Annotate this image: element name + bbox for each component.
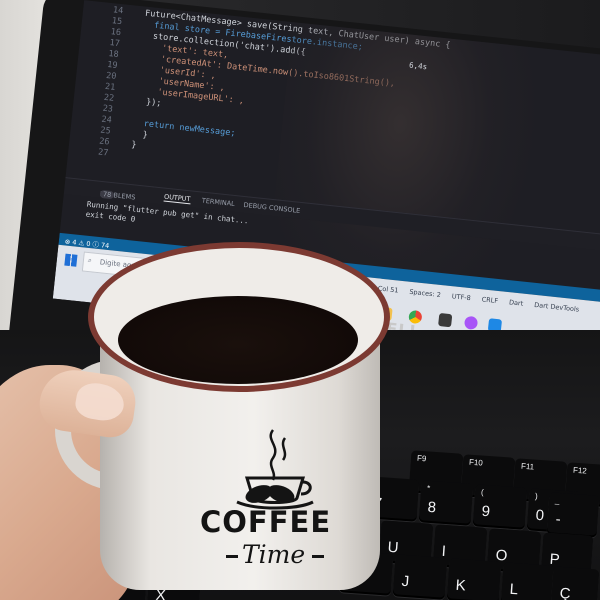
mug-subtitle: Time	[242, 540, 306, 569]
tab-terminal[interactable]: TERMINAL	[201, 197, 235, 208]
tab-output[interactable]: OUTPUT	[163, 192, 191, 205]
terminal-icon[interactable]	[438, 312, 453, 328]
key-8[interactable]: * 8	[418, 480, 474, 526]
photo-scene: 14Future<ChatMessage> save(String text, …	[0, 0, 600, 600]
status-language[interactable]: Dart	[509, 298, 524, 307]
windows-start-icon[interactable]	[64, 253, 78, 267]
coffee-liquid	[118, 296, 358, 384]
status-indentation[interactable]: Spaces: 2	[409, 288, 441, 299]
app-icon[interactable]	[463, 315, 479, 331]
status-line-ending[interactable]: CRLF	[481, 295, 498, 305]
key-9[interactable]: (9	[472, 484, 528, 530]
key-k[interactable]: K	[446, 558, 502, 600]
mug-dash	[312, 555, 324, 558]
output-time: 6,4s	[408, 60, 428, 72]
search-icon: ⌕	[87, 255, 93, 265]
key-c-cedilla[interactable]: Ç	[550, 566, 600, 600]
mug-dash	[226, 555, 238, 558]
key-l[interactable]: L	[500, 562, 556, 600]
key-j[interactable]: J	[392, 554, 448, 600]
key-minus[interactable]: _ -	[546, 492, 600, 538]
status-devtools[interactable]: Dart DevTools	[534, 301, 580, 314]
mug-title: COFFEE	[200, 505, 332, 539]
status-encoding[interactable]: UTF-8	[451, 292, 471, 302]
